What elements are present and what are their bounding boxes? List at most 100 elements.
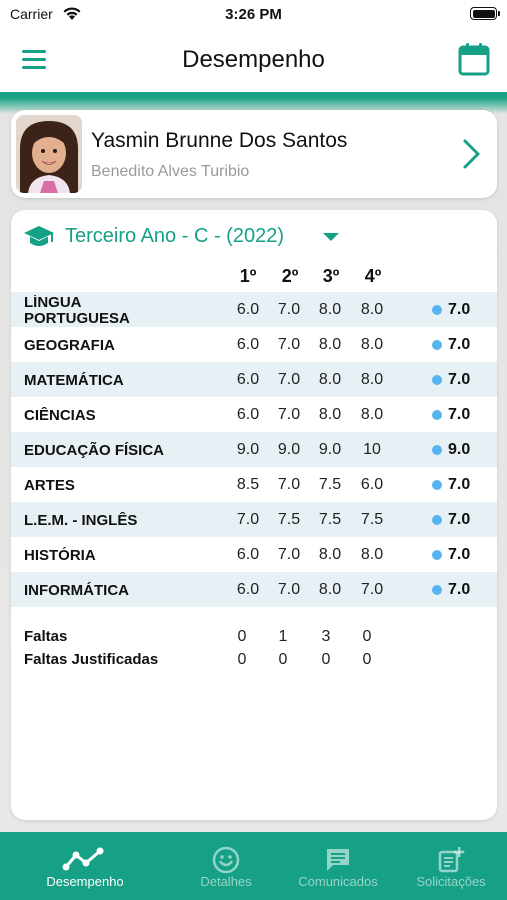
grade-cell: 7.0 [360,581,384,598]
average-grade: 7.0 [448,546,471,563]
average-dot-icon [432,515,442,525]
status-bar: Carrier 3:26 PM [0,0,507,30]
bimester-header: 1º [239,266,257,286]
grade-cell: 7.5 [318,476,342,493]
average-grade: 7.0 [448,476,471,493]
average-grade: 7.0 [448,371,471,388]
clock: 3:26 PM [225,6,282,23]
page-title: Desempenho [182,46,325,73]
request-add-icon [438,847,465,873]
subject-name: ARTES [24,477,75,494]
subject-name: CIÊNCIAS [24,407,96,424]
average-grade: 7.0 [448,336,471,353]
justified-absence-count: 0 [362,651,372,668]
average-dot-icon [432,480,442,490]
grade-cell: 9.0 [318,441,342,458]
grade-cell: 7.5 [277,511,301,528]
average-grade: 7.0 [448,511,471,528]
justified-absences-label: Faltas Justificadas [24,651,159,668]
subject-name: L.E.M. - INGLÊS [24,512,138,529]
average-dot-icon [432,550,442,560]
grade-cell: 8.5 [236,476,260,493]
absence-count: 0 [237,628,247,645]
subject-name: EDUCAÇÃO FÍSICA [24,442,165,459]
smiley-face-icon [212,846,240,874]
grade-cell: 8.0 [360,371,384,388]
table-row: MATEMÁTICA 6.0 7.0 8.0 8.0 7.0 [11,362,497,397]
tab-label: Solicitações [416,874,486,889]
absences-label: Faltas [24,628,68,645]
tab-desempenho[interactable]: Desempenho [22,832,148,900]
bimester-header: 4º [364,266,382,286]
average-dot-icon [432,445,442,455]
grade-cell: 8.0 [360,406,384,423]
absence-count: 0 [362,628,372,645]
table-row: LÍNGUA PORTUGUESA 6.0 7.0 8.0 8.0 7.0 [11,292,497,327]
calendar-icon[interactable] [458,42,490,76]
chevron-right-icon[interactable] [462,138,482,170]
average-grade: 9.0 [448,441,471,458]
grade-cell: 6.0 [236,301,260,318]
grade-cell: 7.0 [277,301,301,318]
tab-bar: Desempenho Detalhes Comunicados Solicita… [0,832,507,900]
grade-cell: 6.0 [236,581,260,598]
table-row: EDUCAÇÃO FÍSICA 9.0 9.0 9.0 10 9.0 [11,432,497,467]
average-dot-icon [432,375,442,385]
subject-name: INFORMÁTICA [24,582,129,599]
student-card[interactable]: Yasmin Brunne Dos Santos Benedito Alves … [11,110,497,198]
class-label: Terceiro Ano - C - (2022) [65,225,284,247]
justified-absences-row: Faltas Justificadas 0 0 0 0 [11,649,497,672]
tab-detalhes[interactable]: Detalhes [163,832,289,900]
tab-label: Desempenho [46,874,124,889]
absence-count: 1 [278,628,288,645]
grade-cell: 8.0 [318,406,342,423]
average-dot-icon [432,585,442,595]
justified-absence-count: 0 [237,651,247,668]
grade-cell: 8.0 [318,371,342,388]
graduation-cap-icon [24,226,54,246]
grade-cell: 7.5 [318,511,342,528]
student-name: Yasmin Brunne Dos Santos [91,129,348,152]
table-row: L.E.M. - INGLÊS 7.0 7.5 7.5 7.5 7.0 [11,502,497,537]
grades-table: LÍNGUA PORTUGUESA 6.0 7.0 8.0 8.0 7.0 GE… [11,292,497,607]
grade-cell: 8.0 [360,546,384,563]
average-grade: 7.0 [448,406,471,423]
average-grade: 7.0 [448,301,471,318]
tab-solicitacoes[interactable]: Solicitações [388,832,507,900]
grade-cell: 8.0 [360,301,384,318]
bimester-header: 2º [281,266,299,286]
grade-cell: 7.5 [360,511,384,528]
subject-name: GEOGRAFIA [24,337,115,354]
battery-icon [470,7,500,20]
subject-name: HISTÓRIA [24,547,96,564]
grade-cell: 8.0 [360,336,384,353]
grade-cell: 10 [363,441,381,458]
grade-cell: 7.0 [277,581,301,598]
tab-label: Comunicados [298,874,378,889]
justified-absence-count: 0 [321,651,331,668]
grade-cell: 9.0 [236,441,260,458]
tab-comunicados[interactable]: Comunicados [275,832,401,900]
average-dot-icon [432,305,442,315]
average-dot-icon [432,410,442,420]
grades-card: Terceiro Ano - C - (2022) 1º 2º 3º 4º LÍ… [11,210,497,820]
table-row: GEOGRAFIA 6.0 7.0 8.0 8.0 7.0 [11,327,497,362]
grade-cell: 8.0 [318,546,342,563]
grade-cell: 7.0 [236,511,260,528]
absence-count: 3 [321,628,331,645]
subject-name: LÍNGUA PORTUGUESA [24,295,130,325]
table-row: ARTES 8.5 7.0 7.5 6.0 7.0 [11,467,497,502]
school-name: Benedito Alves Turibio [91,163,250,180]
content-area: Yasmin Brunne Dos Santos Benedito Alves … [0,92,507,832]
grade-cell: 7.0 [277,546,301,563]
message-icon [327,849,349,871]
tab-label: Detalhes [200,874,252,889]
grade-cell: 6.0 [360,476,384,493]
grade-cell: 6.0 [236,546,260,563]
dropdown-caret-icon [323,233,339,241]
app-header: Desempenho [0,30,507,92]
absences-row: Faltas 0 1 3 0 [11,626,497,649]
class-selector[interactable]: Terceiro Ano - C - (2022) [23,222,353,252]
grade-cell: 7.0 [277,371,301,388]
absences-section: Faltas 0 1 3 0 Faltas Justificadas 0 0 0… [11,626,497,672]
